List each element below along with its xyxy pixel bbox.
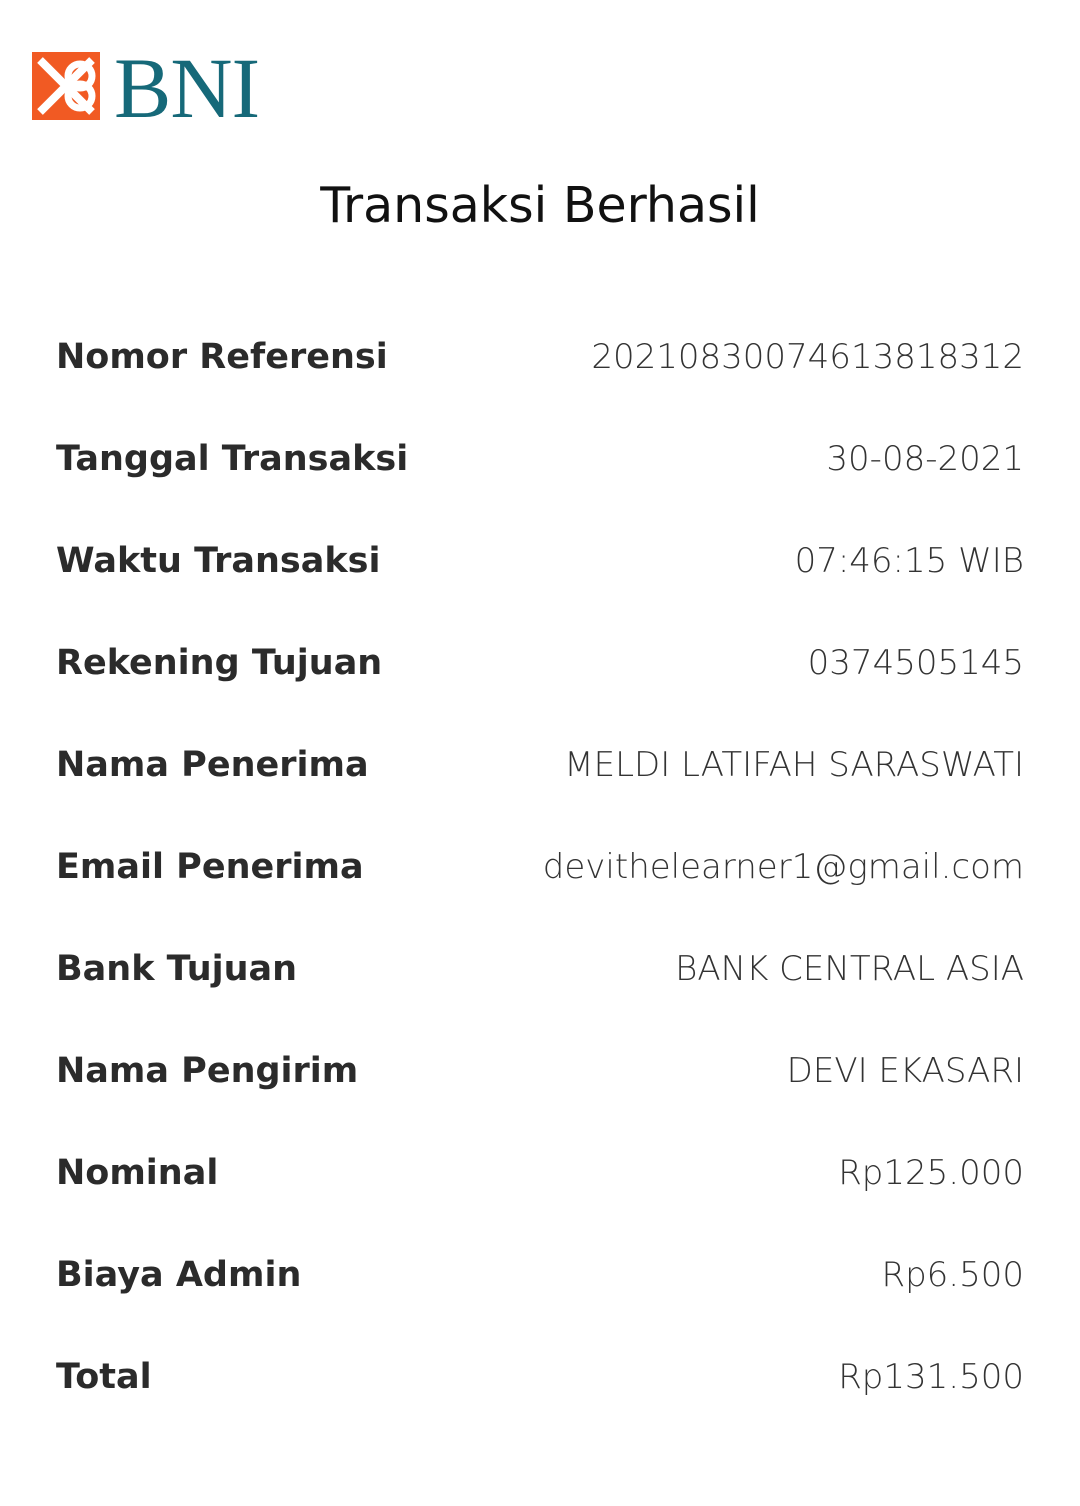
detail-row-reference-number: Nomor Referensi 20210830074613818312 <box>56 306 1024 408</box>
detail-label: Nomor Referensi <box>56 337 388 377</box>
detail-value: 20210830074613818312 <box>591 337 1024 377</box>
detail-value: MELDI LATIFAH SARASWATI <box>564 745 1024 785</box>
detail-row-recipient-name: Nama Penerima MELDI LATIFAH SARASWATI <box>56 714 1024 816</box>
detail-row-admin-fee: Biaya Admin Rp6.500 <box>56 1224 1024 1326</box>
detail-label: Biaya Admin <box>56 1255 302 1295</box>
page-title: Transaksi Berhasil <box>320 177 760 234</box>
detail-value: Rp125.000 <box>838 1153 1024 1193</box>
detail-row-destination-account: Rekening Tujuan 0374505145 <box>56 612 1024 714</box>
detail-label: Waktu Transaksi <box>56 541 381 581</box>
detail-row-transaction-time: Waktu Transaksi 07:46:15 WIB <box>56 510 1024 612</box>
detail-value: 0374505145 <box>807 643 1024 683</box>
detail-value: DEVI EKASARI <box>786 1051 1024 1091</box>
detail-value: BANK CENTRAL ASIA <box>675 949 1024 989</box>
detail-value: Rp6.500 <box>881 1255 1024 1295</box>
detail-value: devithelearner1@gmail.com <box>542 847 1024 887</box>
transaction-details: Nomor Referensi 20210830074613818312 Tan… <box>56 306 1024 1428</box>
detail-row-total: Total Rp131.500 <box>56 1326 1024 1428</box>
detail-row-recipient-email: Email Penerima devithelearner1@gmail.com <box>56 816 1024 918</box>
detail-label: Tanggal Transaksi <box>56 439 409 479</box>
detail-label: Email Penerima <box>56 847 364 887</box>
detail-row-sender-name: Nama Pengirim DEVI EKASARI <box>56 1020 1024 1122</box>
detail-row-transaction-date: Tanggal Transaksi 30-08-2021 <box>56 408 1024 510</box>
detail-label: Bank Tujuan <box>56 949 298 989</box>
bni-logo: BNI <box>32 40 260 136</box>
detail-row-destination-bank: Bank Tujuan BANK CENTRAL ASIA <box>56 918 1024 1020</box>
detail-label: Rekening Tujuan <box>56 643 383 683</box>
bni-logo-text: BNI <box>114 40 260 136</box>
detail-row-nominal: Nominal Rp125.000 <box>56 1122 1024 1224</box>
detail-label: Nama Pengirim <box>56 1051 359 1091</box>
detail-label: Nominal <box>56 1153 219 1193</box>
detail-label: Nama Penerima <box>56 745 369 785</box>
detail-value: 07:46:15 WIB <box>794 541 1024 581</box>
detail-value: Rp131.500 <box>838 1357 1024 1397</box>
detail-value: 30-08-2021 <box>826 439 1024 479</box>
detail-label: Total <box>56 1357 152 1397</box>
bni-logo-mark-icon <box>32 52 100 120</box>
